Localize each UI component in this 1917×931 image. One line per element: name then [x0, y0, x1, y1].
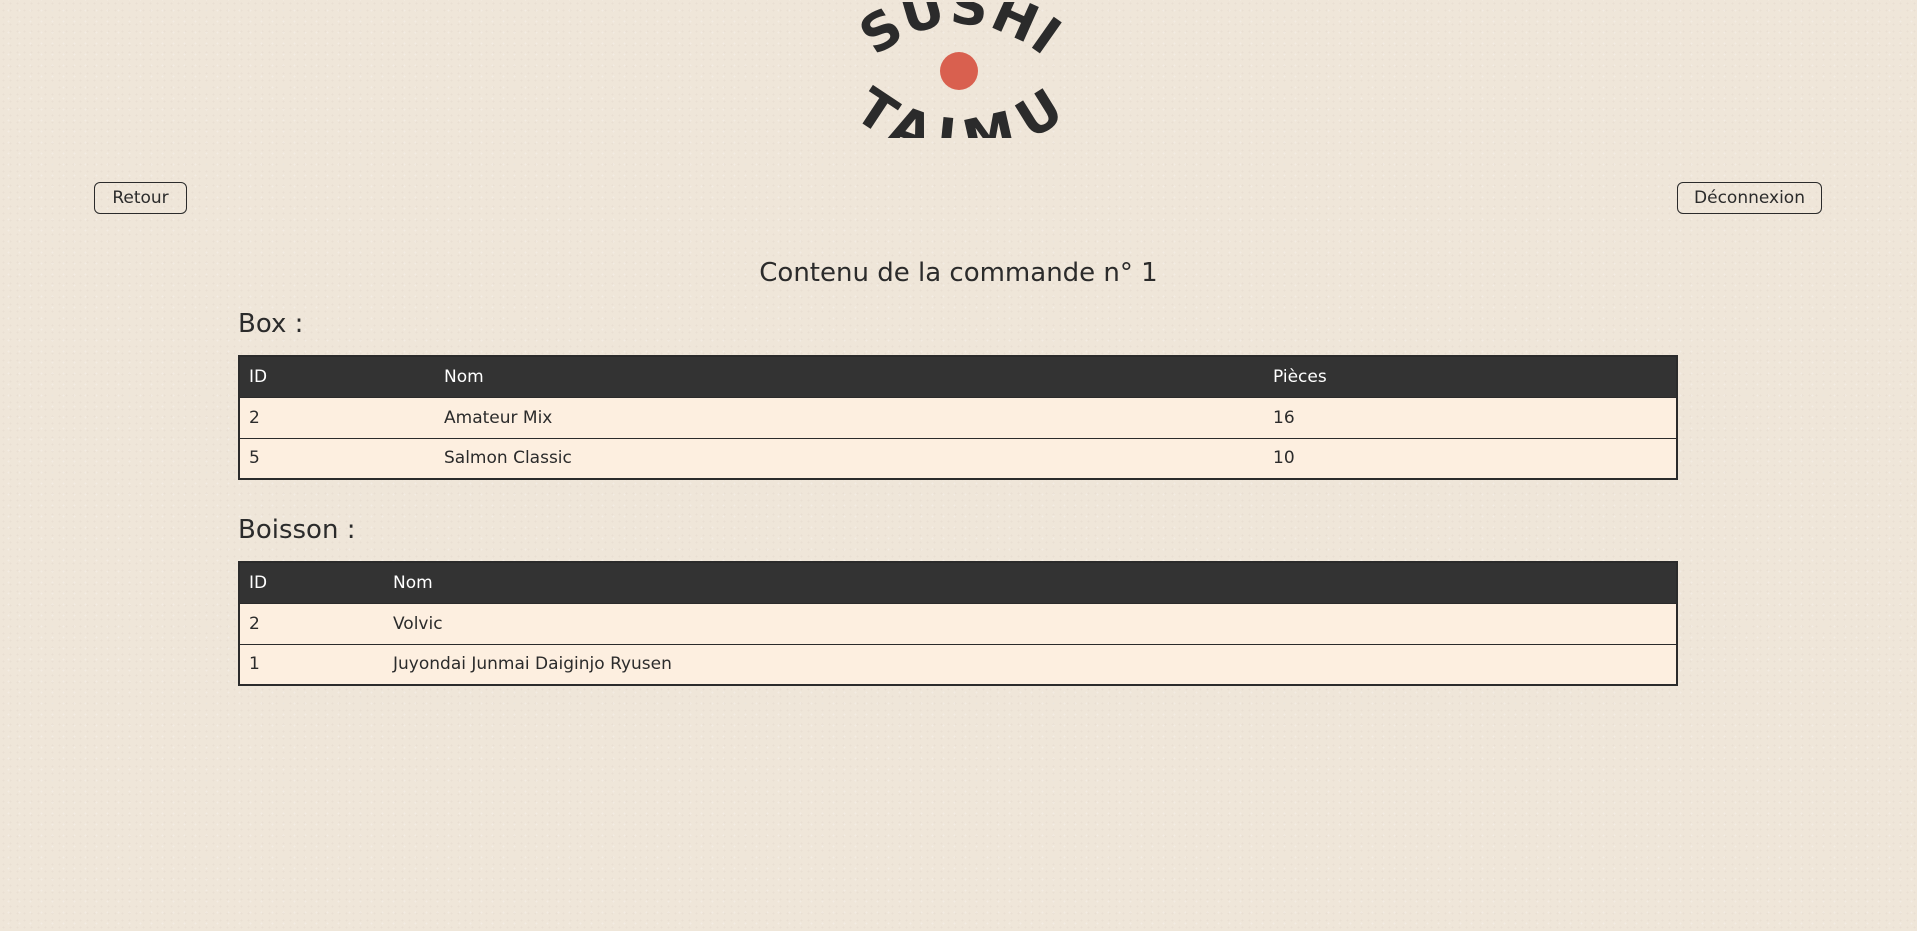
back-button[interactable]: Retour	[94, 182, 187, 214]
cell-name: Juyondai Junmai Daiginjo Ryusen	[384, 643, 1677, 685]
cell-id: 2	[239, 396, 435, 438]
cell-pieces: 10	[1264, 437, 1677, 479]
table-row: 2 Volvic	[239, 602, 1677, 644]
table-header-row: ID Nom	[239, 562, 1677, 603]
logout-button[interactable]: Déconnexion	[1677, 182, 1822, 214]
table-row: 2 Amateur Mix 16	[239, 396, 1677, 438]
cell-name: Salmon Classic	[435, 437, 1264, 479]
box-table: ID Nom Pièces 2 Amateur Mix 16 5 Salmon …	[238, 355, 1678, 480]
cell-id: 2	[239, 602, 384, 644]
sushi-taimu-logo: SUSHI TAIMU	[855, 2, 1065, 138]
cell-id: 5	[239, 437, 435, 479]
page-title: Contenu de la commande n° 1	[759, 258, 1158, 288]
table-header-row: ID Nom Pièces	[239, 356, 1677, 397]
cell-id: 1	[239, 643, 384, 685]
column-header-name: Nom	[384, 562, 1677, 603]
cell-pieces: 16	[1264, 396, 1677, 438]
box-section-title: Box :	[238, 309, 304, 339]
column-header-name: Nom	[435, 356, 1264, 397]
red-sun-icon	[940, 52, 978, 90]
cell-name: Amateur Mix	[435, 396, 1264, 438]
drink-table: ID Nom 2 Volvic 1 Juyondai Junmai Daigin…	[238, 561, 1678, 686]
drink-section-title: Boisson :	[238, 515, 356, 545]
table-row: 1 Juyondai Junmai Daiginjo Ryusen	[239, 643, 1677, 685]
column-header-id: ID	[239, 562, 384, 603]
column-header-pieces: Pièces	[1264, 356, 1677, 397]
table-row: 5 Salmon Classic 10	[239, 437, 1677, 479]
cell-name: Volvic	[384, 602, 1677, 644]
column-header-id: ID	[239, 356, 435, 397]
